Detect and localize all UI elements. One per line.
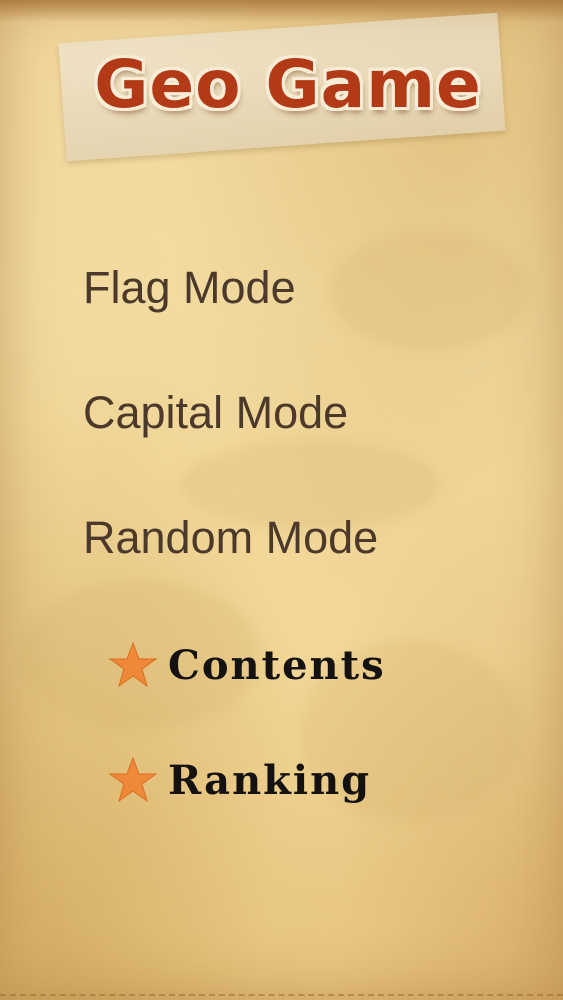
bottom-border (0, 994, 563, 996)
map-texture (330, 230, 530, 350)
capital-mode-button[interactable]: Capital Mode (83, 387, 348, 439)
contents-button[interactable]: Contents (108, 640, 386, 690)
random-mode-button[interactable]: Random Mode (83, 512, 378, 564)
ranking-button[interactable]: Ranking (108, 755, 371, 805)
title-banner: Geo Game (78, 36, 498, 132)
page-title: Geo Game (94, 45, 482, 123)
flag-mode-button[interactable]: Flag Mode (83, 262, 296, 314)
star-icon (108, 756, 158, 803)
contents-label: Contents (168, 641, 386, 689)
ranking-label: Ranking (168, 756, 372, 804)
star-icon (108, 641, 158, 688)
